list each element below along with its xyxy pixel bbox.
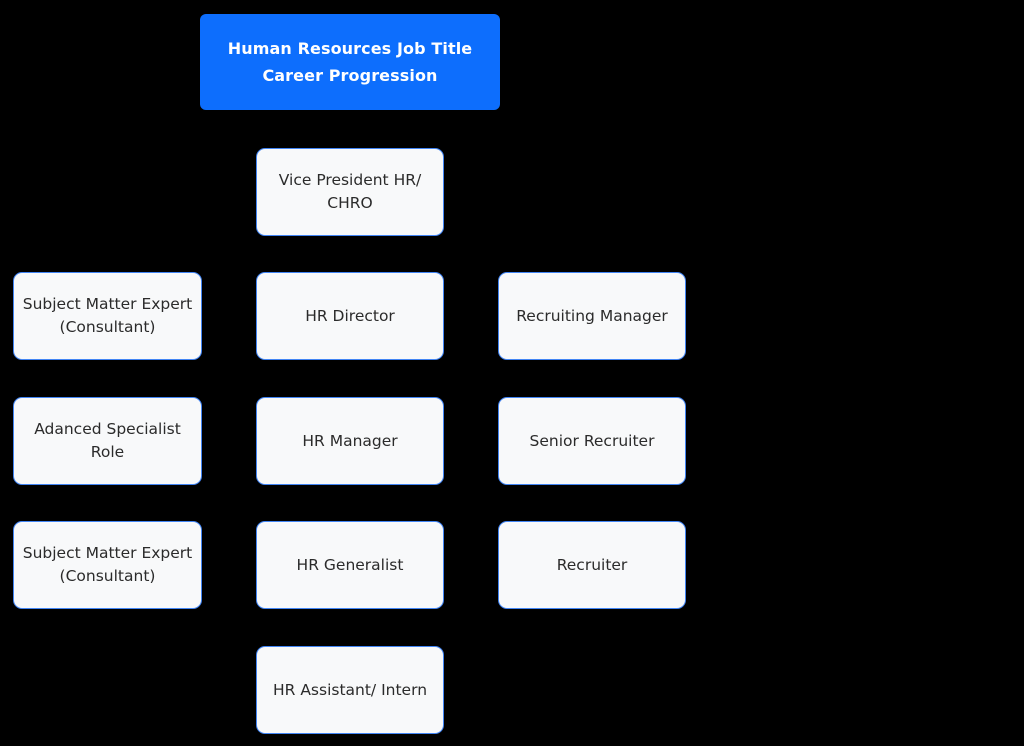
node-subject-matter-expert-consultant-lower[interactable]: Subject Matter Expert (Consultant) [13,521,202,609]
chart-title-line-2: Career Progression [262,66,438,85]
node-hr-director[interactable]: HR Director [256,272,444,360]
node-adanced-specialist-role[interactable]: Adanced Specialist Role [13,397,202,485]
node-label: Vice President HR/ CHRO [278,171,422,212]
org-chart-canvas: Human Resources Job Title Career Progres… [0,0,1024,746]
node-vice-president-hr-chro[interactable]: Vice President HR/ CHRO [256,148,444,236]
node-label: HR Manager [302,431,398,450]
node-hr-manager[interactable]: HR Manager [256,397,444,485]
chart-title-line-1: Human Resources Job Title [227,39,473,58]
node-label: Subject Matter Expert (Consultant) [22,544,193,585]
node-subject-matter-expert-consultant-upper[interactable]: Subject Matter Expert (Consultant) [13,272,202,360]
node-label: HR Generalist [296,555,404,574]
node-label: Subject Matter Expert (Consultant) [22,295,193,336]
node-label: Adanced Specialist Role [34,420,181,461]
node-label: Senior Recruiter [529,431,655,450]
node-senior-recruiter[interactable]: Senior Recruiter [498,397,686,485]
node-label: HR Director [305,306,395,325]
node-label: Recruiting Manager [516,306,668,325]
node-recruiting-manager[interactable]: Recruiting Manager [498,272,686,360]
node-label: Recruiter [556,555,628,574]
node-hr-assistant-intern[interactable]: HR Assistant/ Intern [256,646,444,734]
node-hr-generalist[interactable]: HR Generalist [256,521,444,609]
node-recruiter[interactable]: Recruiter [498,521,686,609]
chart-title-banner: Human Resources Job Title Career Progres… [200,14,500,110]
node-label: HR Assistant/ Intern [272,680,428,699]
